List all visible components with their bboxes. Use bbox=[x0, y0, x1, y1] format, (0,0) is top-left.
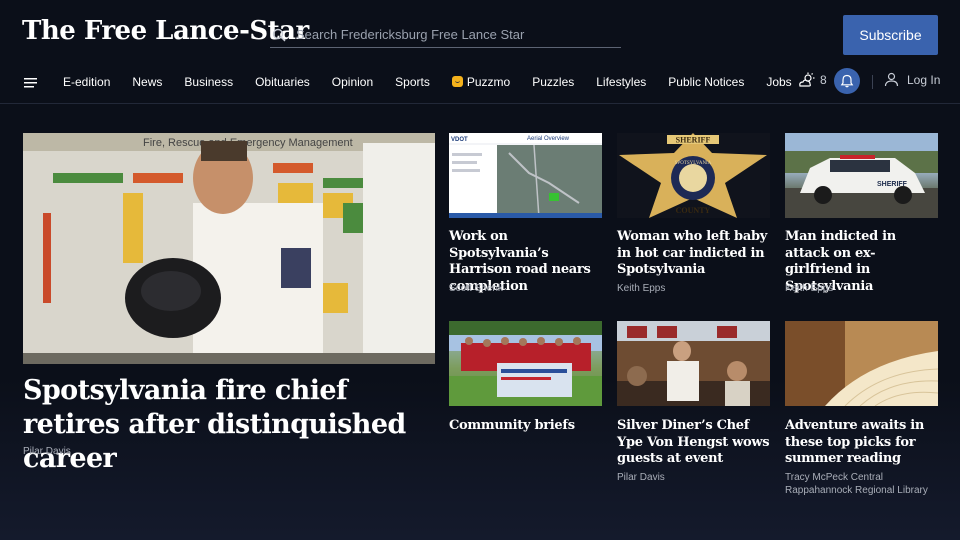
aerial-map-photo: VDOT Aerial Overview bbox=[449, 133, 602, 218]
notifications-button[interactable] bbox=[834, 68, 860, 94]
nav-items: E-edition News Business Obituaries Opini… bbox=[63, 64, 814, 99]
article-4-headline[interactable]: Community briefs bbox=[449, 418, 602, 435]
login-label: Log In bbox=[907, 72, 941, 87]
article-5-byline: Pilar Davis bbox=[617, 472, 665, 483]
nav-item-business[interactable]: Business bbox=[184, 75, 233, 89]
article-6-byline: Tracy McPeck Central Rappahannock Region… bbox=[785, 472, 928, 496]
article-3-byline: Keith Epps bbox=[785, 283, 834, 294]
article-4-image[interactable] bbox=[449, 321, 602, 406]
site-logo[interactable]: The Free Lance-Star bbox=[22, 16, 309, 46]
article-5-headline[interactable]: Silver Diner’s Chef Ype Von Hengst wows … bbox=[617, 418, 770, 468]
badge-bottom-text: COUNTY bbox=[676, 206, 711, 215]
menu-icon[interactable] bbox=[23, 75, 39, 91]
search-icon bbox=[272, 28, 286, 41]
map-brand: VDOT bbox=[451, 137, 468, 143]
weather-widget[interactable]: 8 bbox=[798, 72, 827, 88]
nav-item-sports[interactable]: Sports bbox=[395, 75, 430, 89]
article-3-image[interactable]: SHERIFF bbox=[785, 133, 938, 218]
bell-icon bbox=[840, 74, 854, 88]
nav-item-puzzmo-label: Puzzmo bbox=[466, 74, 511, 89]
search-input[interactable] bbox=[296, 27, 606, 42]
article-5-image[interactable] bbox=[617, 321, 770, 406]
nav-item-e-edition[interactable]: E-edition bbox=[63, 75, 110, 89]
puzzmo-icon bbox=[451, 76, 463, 87]
main-article-byline: Pilar Davis bbox=[23, 446, 71, 457]
article-2-headline[interactable]: Woman who left baby in hot car indicted … bbox=[617, 229, 770, 279]
nav-divider bbox=[872, 75, 873, 89]
user-icon bbox=[884, 72, 899, 87]
nav-item-public-notices[interactable]: Public Notices bbox=[668, 75, 744, 89]
article-6-headline[interactable]: Adventure awaits in these top picks for … bbox=[785, 418, 938, 468]
open-book-photo bbox=[785, 321, 938, 406]
subscribe-button[interactable]: Subscribe bbox=[843, 15, 938, 55]
article-2-byline: Keith Epps bbox=[617, 283, 666, 294]
badge-mid-text: SPOTSYLVANIA bbox=[675, 161, 712, 166]
article-6-image[interactable] bbox=[785, 321, 938, 406]
partly-cloudy-icon bbox=[799, 72, 815, 87]
softball-team-photo bbox=[449, 321, 602, 406]
main-article-image[interactable]: Fire, Rescue and Emergency Management bbox=[23, 133, 435, 364]
article-1-byline: Scott Shenk bbox=[449, 283, 503, 294]
nav-item-puzzmo[interactable]: Puzzmo bbox=[451, 74, 511, 89]
article-2-image[interactable]: SHERIFF SPOTSYLVANIA COUNTY bbox=[617, 133, 770, 218]
top-bar: The Free Lance-Star Subscribe bbox=[0, 0, 960, 64]
badge-top-text: SHERIFF bbox=[676, 136, 711, 145]
fire-chief-photo: Fire, Rescue and Emergency Management bbox=[23, 133, 435, 364]
nav-item-puzzles[interactable]: Puzzles bbox=[532, 75, 574, 89]
sheriff-car-photo: SHERIFF bbox=[785, 133, 938, 218]
nav-item-obituaries[interactable]: Obituaries bbox=[255, 75, 310, 89]
board-title: Fire, Rescue and Emergency Management bbox=[143, 137, 353, 149]
nav-bar: E-edition News Business Obituaries Opini… bbox=[0, 64, 960, 104]
nav-item-lifestyles[interactable]: Lifestyles bbox=[596, 75, 646, 89]
nav-item-jobs[interactable]: Jobs bbox=[766, 75, 791, 89]
diner-chef-photo bbox=[617, 321, 770, 406]
login-link[interactable]: Log In bbox=[884, 72, 940, 87]
main-article-headline[interactable]: Spotsylvania fire chief retires after di… bbox=[23, 374, 435, 476]
weather-temp: 8 bbox=[820, 73, 827, 87]
nav-item-opinion[interactable]: Opinion bbox=[332, 75, 373, 89]
sheriff-badge-photo: SHERIFF SPOTSYLVANIA COUNTY bbox=[617, 133, 770, 218]
map-title: Aerial Overview bbox=[527, 136, 570, 142]
article-1-image[interactable]: VDOT Aerial Overview bbox=[449, 133, 602, 218]
search-bar[interactable] bbox=[270, 22, 621, 48]
nav-item-news[interactable]: News bbox=[132, 75, 162, 89]
